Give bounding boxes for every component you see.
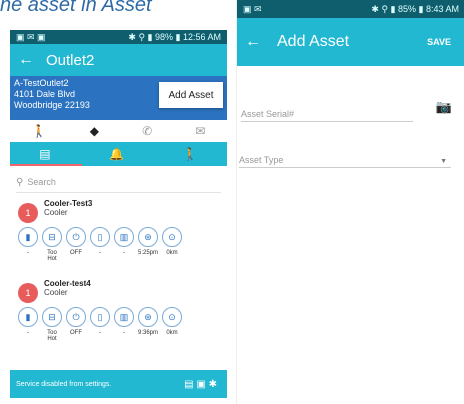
door-icon: ▮ bbox=[18, 307, 38, 327]
app-bar: ← Add Asset SAVE bbox=[237, 18, 464, 66]
value-power: OFF bbox=[70, 330, 82, 336]
directions-icon[interactable]: ◆ bbox=[90, 124, 99, 138]
caption-text: ne asset in Asset bbox=[0, 0, 152, 16]
add-asset-screen: ▣ ✉ ✱ ⚲ ▮ 85% ▮ 8:43 AM ← Add Asset SAVE… bbox=[236, 0, 464, 404]
status-bar: ▣ ✉ ✱ ⚲ ▮ 85% ▮ 8:43 AM bbox=[237, 0, 464, 18]
value-location: 0km bbox=[166, 250, 178, 256]
search-field[interactable]: ⚲ Search bbox=[16, 172, 221, 193]
outlet-screen: ▣ ✉ ▣ ✱ ⚲ ▮ 98% ▮ 12:56 AM ← Outlet2 A-T… bbox=[10, 30, 227, 404]
app-bar-title: Outlet2 bbox=[46, 51, 95, 69]
search-placeholder: Search bbox=[27, 177, 56, 187]
camera-icon[interactable]: 📷 bbox=[433, 98, 455, 116]
tab-alerts-icon[interactable]: 🔔 bbox=[109, 147, 124, 161]
value-temperature: Too Hot bbox=[47, 330, 57, 342]
value-stock: - bbox=[123, 250, 125, 256]
cooler-type: Cooler bbox=[44, 288, 68, 297]
location-icon: ⊙ bbox=[162, 307, 182, 327]
asset-serial-field[interactable]: Asset Serial# bbox=[241, 104, 413, 122]
outlet-info-banner: A-TestOutlet2 4101 Dale Blvd Woodbridge … bbox=[10, 76, 227, 120]
value-door: - bbox=[27, 330, 29, 336]
cooler-status-icons: ▮ ⊟ ⏻ ▯ ▥ ⊛ ⊙ bbox=[18, 227, 182, 247]
back-arrow-icon[interactable]: ← bbox=[18, 51, 34, 69]
tab-assets-icon[interactable]: ▤ bbox=[39, 147, 50, 161]
location-icon: ⊙ bbox=[162, 227, 182, 247]
dropdown-arrow-icon: ▼ bbox=[440, 158, 447, 165]
power-icon: ⏻ bbox=[66, 227, 86, 247]
back-arrow-icon[interactable]: ← bbox=[245, 33, 261, 51]
value-door: - bbox=[27, 250, 29, 256]
cooler-values: - Too Hot OFF - - 9:36pm 0km bbox=[18, 330, 182, 342]
value-bottle: - bbox=[99, 330, 101, 336]
cooler-card[interactable]: 1 Cooler-Test3 Cooler ▮ ⊟ ⏻ ▯ ▥ ⊛ ⊙ - To… bbox=[10, 193, 227, 273]
door-icon: ▮ bbox=[18, 227, 38, 247]
value-temperature: Too Hot bbox=[47, 250, 57, 262]
signal-icon: ⊛ bbox=[138, 307, 158, 327]
add-asset-button[interactable]: Add Asset bbox=[159, 82, 223, 108]
search-icon: ⚲ bbox=[16, 176, 24, 188]
tabs: ▤ 🔔 🚶 bbox=[10, 142, 227, 166]
value-bottle: - bbox=[99, 250, 101, 256]
stock-icon: ▥ bbox=[114, 227, 134, 247]
save-button[interactable]: SAVE bbox=[427, 37, 451, 47]
status-left: ▣ ✉ bbox=[243, 3, 262, 14]
status-right: ✱ ⚲ ▮ 85% ▮ 8:43 AM bbox=[371, 3, 459, 14]
cooler-status-icons: ▮ ⊟ ⏻ ▯ ▥ ⊛ ⊙ bbox=[18, 307, 182, 327]
asset-type-placeholder: Asset Type bbox=[239, 155, 284, 165]
status-right: ✱ ⚲ ▮ 98% ▮ 12:56 AM bbox=[128, 31, 221, 42]
footer-text: Service disabled from settings. bbox=[16, 380, 112, 388]
power-icon: ⏻ bbox=[66, 307, 86, 327]
temperature-icon: ⊟ bbox=[42, 227, 62, 247]
asset-serial-placeholder: Asset Serial# bbox=[241, 109, 295, 119]
value-signal: 9:36pm bbox=[138, 330, 159, 336]
cooler-card[interactable]: 1 Cooler-test4 Cooler ▮ ⊟ ⏻ ▯ ▥ ⊛ ⊙ - To… bbox=[10, 273, 227, 353]
status-bar: ▣ ✉ ▣ ✱ ⚲ ▮ 98% ▮ 12:56 AM bbox=[10, 30, 227, 44]
bottle-icon: ▯ bbox=[90, 227, 110, 247]
cooler-name: Cooler-test4 bbox=[44, 279, 91, 288]
bottle-icon: ▯ bbox=[90, 307, 110, 327]
service-footer: Service disabled from settings. ▤ ▣ ✱ bbox=[10, 370, 227, 398]
tab-visits-icon[interactable]: 🚶 bbox=[183, 147, 198, 161]
mail-icon[interactable]: ✉ bbox=[195, 124, 205, 138]
value-location: 0km bbox=[166, 330, 178, 336]
app-bar-title: Add Asset bbox=[277, 33, 350, 50]
temperature-icon: ⊟ bbox=[42, 307, 62, 327]
phone-icon[interactable]: ✆ bbox=[142, 124, 152, 138]
cooler-values: - Too Hot OFF - - 5:25pm 0km bbox=[18, 250, 182, 262]
value-stock: - bbox=[123, 330, 125, 336]
cooler-badge: 1 bbox=[18, 283, 38, 303]
sync-icons: ▤ ▣ ✱ bbox=[184, 378, 217, 390]
cooler-badge: 1 bbox=[18, 203, 38, 223]
value-power: OFF bbox=[70, 250, 82, 256]
app-bar: ← Outlet2 bbox=[10, 44, 227, 76]
outlet-actions: 🚶 ◆ ✆ ✉ bbox=[10, 120, 227, 142]
stock-icon: ▥ bbox=[114, 307, 134, 327]
asset-type-dropdown[interactable]: Asset Type ▼ bbox=[239, 150, 451, 168]
status-left: ▣ ✉ ▣ bbox=[16, 31, 46, 42]
cooler-type: Cooler bbox=[44, 208, 68, 217]
cooler-name: Cooler-Test3 bbox=[44, 199, 93, 208]
active-tab-indicator bbox=[10, 164, 82, 166]
value-signal: 5:25pm bbox=[138, 250, 159, 256]
signal-icon: ⊛ bbox=[138, 227, 158, 247]
walk-icon[interactable]: 🚶 bbox=[32, 124, 47, 138]
